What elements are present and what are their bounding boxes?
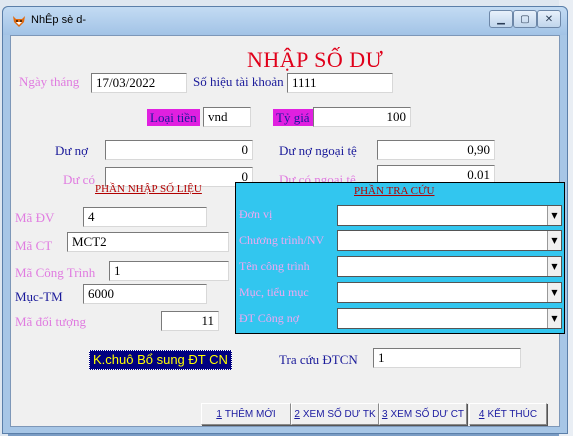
add-new-key: 1 bbox=[216, 408, 222, 420]
rate-field[interactable]: 100 bbox=[313, 107, 411, 127]
account-label: Số hiệu tài khoản bbox=[193, 74, 284, 89]
lookup-program-select[interactable]: ▼ bbox=[337, 230, 562, 251]
lookup-unit-select[interactable]: ▼ bbox=[337, 205, 562, 226]
minimize-icon: ▁ bbox=[497, 13, 505, 25]
dropdown-arrow-icon[interactable]: ▼ bbox=[547, 206, 561, 225]
add-new-button[interactable]: 1 THÊM MỚI bbox=[201, 403, 291, 425]
exit-key: 4 bbox=[478, 408, 485, 420]
lookup-debt-select[interactable]: ▼ bbox=[337, 308, 562, 329]
title-bar[interactable]: NhÊp sè d- ▁ ▢ ✕ bbox=[3, 7, 567, 35]
currency-field[interactable]: vnd bbox=[203, 107, 251, 127]
debit-field[interactable]: 0 bbox=[105, 140, 253, 160]
unit-label: Mã ĐV bbox=[15, 210, 55, 225]
view-account-balance-button[interactable]: 2 XEM SỐ DƯ TK bbox=[291, 403, 379, 425]
project-label: Mã Công Trình bbox=[15, 265, 96, 280]
lookup-dtcn-label: Tra cứu ĐTCN bbox=[279, 352, 358, 367]
exit-label: KẾT THÚC bbox=[487, 408, 538, 420]
dropdown-arrow-icon[interactable]: ▼ bbox=[547, 257, 561, 276]
debit-fx-field[interactable]: 0,90 bbox=[377, 140, 495, 160]
view-program-key: 3 bbox=[381, 408, 388, 420]
dropdown-arrow-icon[interactable]: ▼ bbox=[547, 309, 561, 328]
lookup-unit-label: Đơn vị bbox=[239, 207, 273, 221]
lookup-item-select[interactable]: ▼ bbox=[337, 282, 562, 303]
entry-section-title: PHẦN NHẬP SỐ LIỆU bbox=[95, 183, 202, 195]
lookup-project-label: Tên công trình bbox=[239, 259, 310, 273]
dropdown-arrow-icon[interactable]: ▼ bbox=[547, 231, 561, 250]
lookup-project-select[interactable]: ▼ bbox=[337, 256, 562, 277]
page-title: NHẬP SỐ DƯ bbox=[247, 47, 384, 72]
fox-app-icon bbox=[13, 16, 25, 27]
add-debt-object-button[interactable]: K.chuô Bổ sung ĐT CN bbox=[89, 350, 232, 370]
view-program-label: XEM SỐ DƯ CT bbox=[390, 408, 465, 420]
lookup-dtcn-field[interactable]: 1 bbox=[373, 348, 521, 368]
maximize-button[interactable]: ▢ bbox=[513, 10, 537, 28]
credit-label: Dư có bbox=[63, 172, 95, 187]
object-label: Mã đối tượng bbox=[15, 314, 86, 329]
lookup-program-label: Chương trình/NV bbox=[239, 233, 325, 247]
dialog-window: NhÊp sè d- ▁ ▢ ✕ NHẬP SỐ DƯ Ngày tháng 1… bbox=[2, 6, 568, 434]
account-field[interactable]: 1111 bbox=[287, 73, 393, 93]
view-program-balance-button[interactable]: 3 XEM SỐ DƯ CT bbox=[379, 403, 467, 425]
exit-button[interactable]: 4 KẾT THÚC bbox=[469, 403, 547, 425]
rate-label: Tỷ giá bbox=[273, 109, 313, 126]
program-field[interactable]: MCT2 bbox=[67, 232, 229, 252]
form-body: NHẬP SỐ DƯ Ngày tháng 17/03/2022 Số hiệu… bbox=[10, 35, 565, 427]
unit-field[interactable]: 4 bbox=[83, 207, 207, 227]
debit-label: Dư nợ bbox=[55, 143, 89, 158]
lookup-debt-label: ĐT Công nợ bbox=[239, 311, 300, 325]
item-field[interactable]: 6000 bbox=[83, 284, 207, 304]
add-new-label: THÊM MỚI bbox=[224, 408, 276, 420]
item-label: Mục-TM bbox=[15, 289, 63, 304]
view-account-key: 2 bbox=[294, 408, 300, 420]
lookup-panel: PHẦN TRA CỨU Đơn vị ▼ Chương trình/NV ▼ … bbox=[235, 182, 565, 334]
view-account-label: XEM SỐ DƯ TK bbox=[302, 408, 376, 420]
window-title: NhÊp sè d- bbox=[31, 14, 87, 26]
program-label: Mã CT bbox=[15, 238, 53, 253]
lookup-item-label: Mục, tiểu mục bbox=[239, 285, 309, 299]
object-field[interactable]: 11 bbox=[161, 311, 219, 331]
date-label: Ngày tháng bbox=[19, 74, 80, 89]
debit-fx-label: Dư nợ ngoại tệ bbox=[279, 143, 357, 158]
project-field[interactable]: 1 bbox=[109, 261, 229, 281]
close-icon: ✕ bbox=[544, 13, 554, 25]
currency-label: Loại tiền bbox=[147, 109, 200, 126]
minimize-button[interactable]: ▁ bbox=[489, 10, 513, 28]
maximize-icon: ▢ bbox=[520, 13, 530, 25]
dropdown-arrow-icon[interactable]: ▼ bbox=[547, 283, 561, 302]
lookup-section-title: PHẦN TRA CỨU bbox=[354, 185, 435, 197]
date-field[interactable]: 17/03/2022 bbox=[91, 73, 187, 93]
close-button[interactable]: ✕ bbox=[537, 10, 561, 28]
